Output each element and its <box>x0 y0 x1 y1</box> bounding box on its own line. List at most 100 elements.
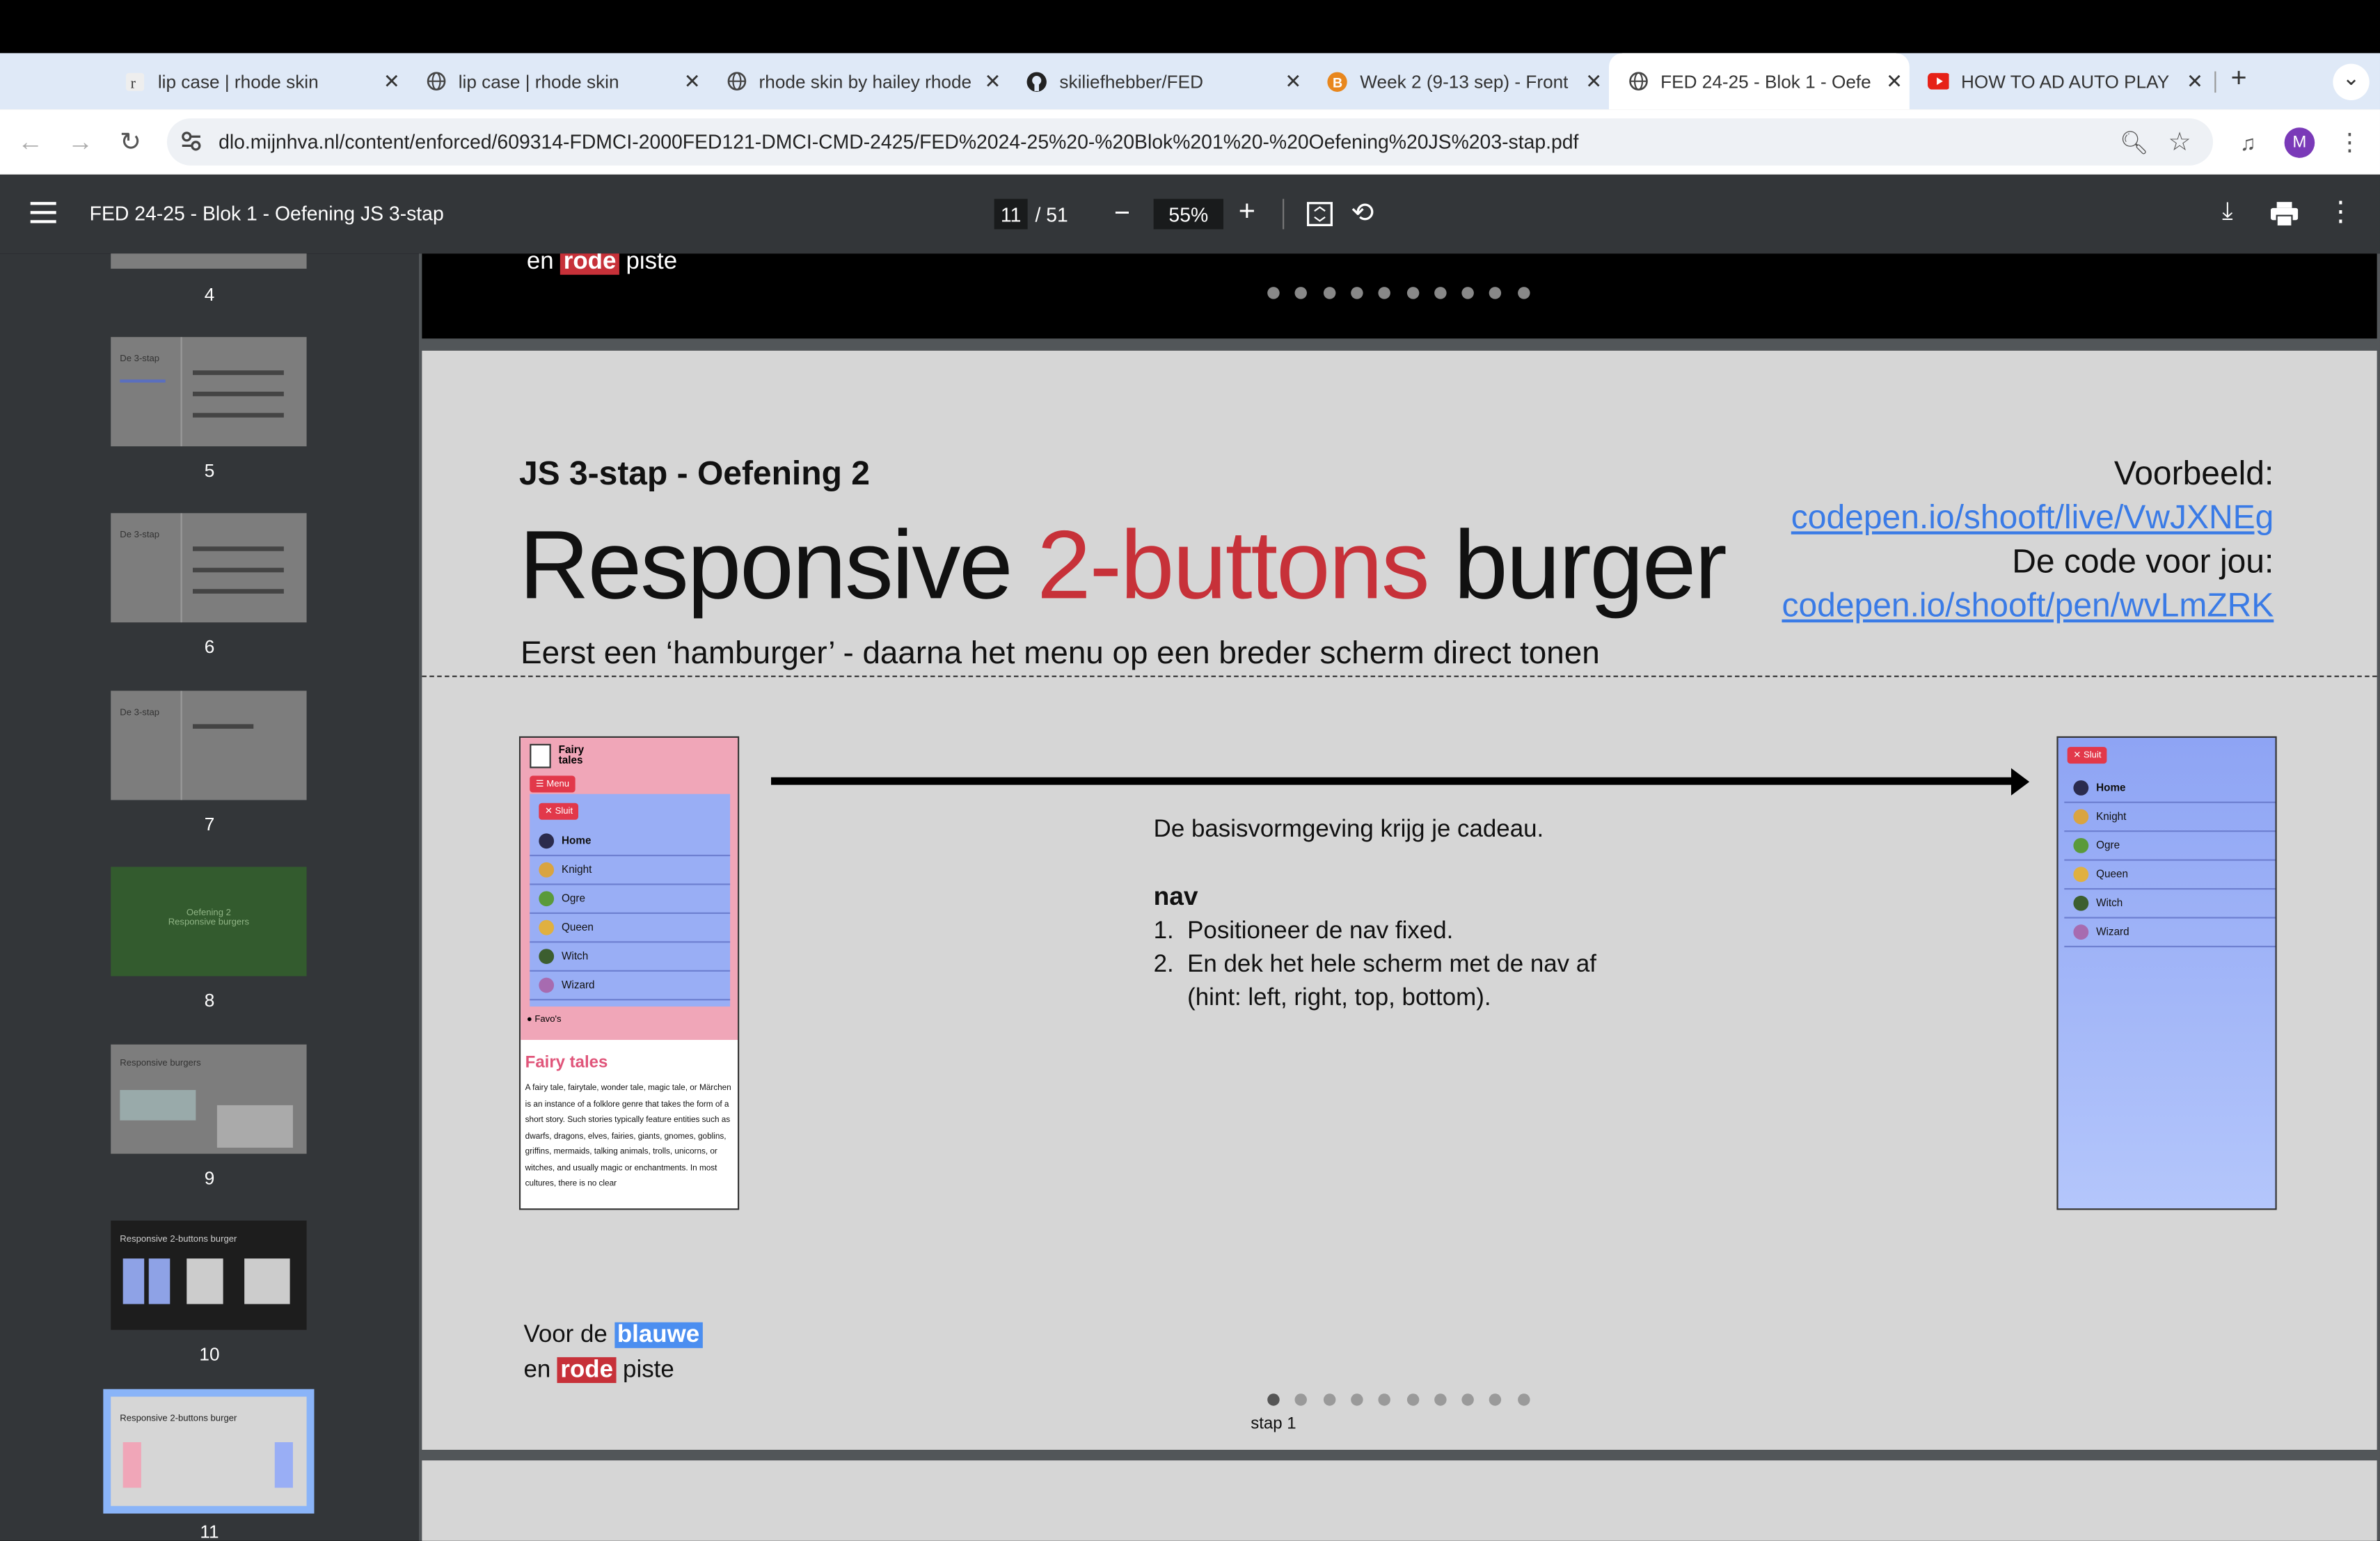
step-dot[interactable] <box>1295 1393 1308 1406</box>
footer-line-2: en rode piste <box>523 1357 674 1384</box>
thumbnail-page-9[interactable]: Responsive burgers <box>111 1044 307 1154</box>
mock-menu-item: Queen <box>530 914 731 943</box>
step-dot[interactable] <box>1295 287 1308 299</box>
print-icon[interactable] <box>2270 202 2299 234</box>
mock-menu-item: Wizard <box>530 972 731 1001</box>
zoom-in-icon[interactable]: + <box>1239 196 1255 229</box>
slide-kicker: JS 3-stap - Oefening 2 <box>518 454 870 492</box>
step-dot[interactable] <box>1461 1393 1475 1406</box>
sidebar-menu-icon[interactable] <box>30 202 58 230</box>
thumbnail-page-4[interactable] <box>111 253 307 269</box>
castle-logo-icon <box>530 743 551 768</box>
zoom-input[interactable]: 55% <box>1153 198 1223 230</box>
prev-page-footer: en rode piste <box>527 253 677 276</box>
step-dot[interactable] <box>1406 287 1419 299</box>
close-tab-icon[interactable]: ✕ <box>2180 69 2210 93</box>
thumbnail-page-7[interactable]: De 3-stap <box>111 690 307 800</box>
youtube-icon <box>1928 70 1949 92</box>
step-dot[interactable] <box>1267 287 1280 299</box>
profile-avatar[interactable]: M <box>2284 127 2315 158</box>
svg-text:r: r <box>131 74 136 90</box>
mock-menu-item: Knight <box>530 856 731 885</box>
page-number-input[interactable]: 11 <box>994 198 1028 230</box>
tab-6-active[interactable]: FED 24-25 - Blok 1 - Oefe ✕ <box>1608 53 1910 110</box>
thumbnail-page-5[interactable]: De 3-stap <box>111 337 307 447</box>
address-bar[interactable]: dlo.mijnhva.nl/content/enforced/609314-F… <box>166 118 2214 166</box>
mock-menu-button: ☰ Menu <box>530 775 576 793</box>
instr-intro: De basisvormgeving krijg je cadeau. <box>1153 816 1544 843</box>
thumbnail-number: 7 <box>204 814 215 835</box>
close-tab-icon[interactable]: ✕ <box>376 69 407 93</box>
media-control-icon[interactable]: ♫ <box>2231 126 2264 159</box>
reload-icon[interactable]: ↻ <box>114 126 148 159</box>
step-dot[interactable] <box>1267 1393 1280 1406</box>
mock-wide-menu-item: Ogre <box>2064 832 2276 861</box>
thumbnail-number: 9 <box>204 1167 215 1189</box>
tab-1[interactable]: r lip case | rhode skin ✕ <box>106 53 407 109</box>
close-tab-icon[interactable]: ✕ <box>1578 69 1609 93</box>
thumbnail-page-6[interactable]: De 3-stap <box>111 513 307 623</box>
back-icon[interactable]: ← <box>14 126 47 159</box>
character-icon <box>539 862 555 878</box>
step-dot[interactable] <box>1323 1393 1335 1406</box>
tab-7[interactable]: HOW TO AD AUTO PLAY ✕ <box>1910 53 2210 109</box>
step-dot[interactable] <box>1378 1393 1391 1406</box>
thumbnail-page-11[interactable]: Responsive 2-buttons burger <box>111 1396 307 1506</box>
new-tab-button[interactable]: + <box>2222 62 2255 98</box>
slide-title: Responsive 2-buttons burger <box>518 509 1727 619</box>
step-dot[interactable] <box>1461 287 1475 299</box>
code-link[interactable]: codepen.io/shooft/pen/wvLmZRK <box>1782 586 2274 626</box>
step-dot[interactable] <box>1434 1393 1447 1406</box>
forward-icon[interactable]: → <box>64 126 97 159</box>
character-icon <box>539 949 555 965</box>
zoom-magnifier-icon[interactable]: 🔍︎ <box>2118 126 2151 159</box>
download-icon[interactable]: ⤓ <box>2222 199 2232 226</box>
mock-nav-overlay: ✕ Sluit Home Knight Ogre Queen Witch Wizard <box>530 793 731 1007</box>
step-dot[interactable] <box>1406 1393 1419 1406</box>
step-dot[interactable] <box>1489 287 1502 299</box>
thumbnail-number: 10 <box>199 1343 220 1365</box>
step-dot[interactable] <box>1517 287 1530 299</box>
mock-menu-item: Home <box>530 828 731 857</box>
toolbar-divider <box>1283 198 1285 230</box>
bookmark-star-icon[interactable]: ☆ <box>2163 126 2196 159</box>
thumbnail-page-10[interactable]: Responsive 2-buttons burger <box>111 1220 307 1330</box>
step-dot[interactable] <box>1434 287 1447 299</box>
fit-page-icon[interactable] <box>1306 202 1333 234</box>
step-dot[interactable] <box>1323 287 1335 299</box>
thumbnail-page-8[interactable]: Oefening 2 Responsive burgers <box>111 867 307 977</box>
more-actions-icon[interactable]: ⋮ <box>2327 196 2354 228</box>
footer-line-1: Voor de blauwe <box>523 1322 703 1350</box>
mock-wide-menu-item: Home <box>2064 774 2276 803</box>
zoom-out-icon[interactable]: − <box>1114 198 1130 230</box>
pdf-title: FED 24-25 - Blok 1 - Oefening JS 3-stap <box>89 202 444 225</box>
thumbnail-number: 5 <box>204 459 215 482</box>
tab-divider <box>2214 71 2216 93</box>
step-dot[interactable] <box>1350 1393 1363 1406</box>
mockup-mobile-menu: Fairy tales ☰ Menu ✕ Sluit Home Knight Ogr… <box>518 736 740 1210</box>
globe-icon <box>1627 70 1649 92</box>
site-info-icon[interactable] <box>179 129 203 161</box>
rotate-icon[interactable]: ⟲ <box>1351 198 1374 230</box>
tab-4[interactable]: skiliefhebber/FED ✕ <box>1008 53 1308 109</box>
tab-2[interactable]: lip case | rhode skin ✕ <box>407 53 708 109</box>
arrow-head-icon <box>2010 768 2030 796</box>
tab-5[interactable]: B Week 2 (9-13 sep) - Front ✕ <box>1308 53 1609 109</box>
step-label: stap 1 <box>1251 1414 1296 1433</box>
next-page <box>422 1460 2377 1541</box>
tab-search-button[interactable]: ⌄ <box>2333 63 2370 100</box>
character-icon <box>2073 780 2089 796</box>
previous-page: en rode piste <box>422 253 2377 339</box>
step-dot[interactable] <box>1489 1393 1502 1406</box>
step-dot[interactable] <box>1350 287 1363 299</box>
close-tab-icon[interactable]: ✕ <box>677 69 708 93</box>
close-tab-icon[interactable]: ✕ <box>978 69 1008 93</box>
browser-menu-icon[interactable]: ⋮ <box>2333 126 2366 159</box>
step-dot[interactable] <box>1517 1393 1530 1406</box>
globe-icon <box>425 70 447 92</box>
close-tab-icon[interactable]: ✕ <box>1879 69 1910 93</box>
step-dot[interactable] <box>1378 287 1391 299</box>
voorbeeld-link[interactable]: codepen.io/shooft/live/VwJXNEg <box>1791 498 2274 537</box>
close-tab-icon[interactable]: ✕ <box>1278 69 1309 93</box>
tab-3[interactable]: rhode skin by hailey rhode ✕ <box>707 53 1008 109</box>
